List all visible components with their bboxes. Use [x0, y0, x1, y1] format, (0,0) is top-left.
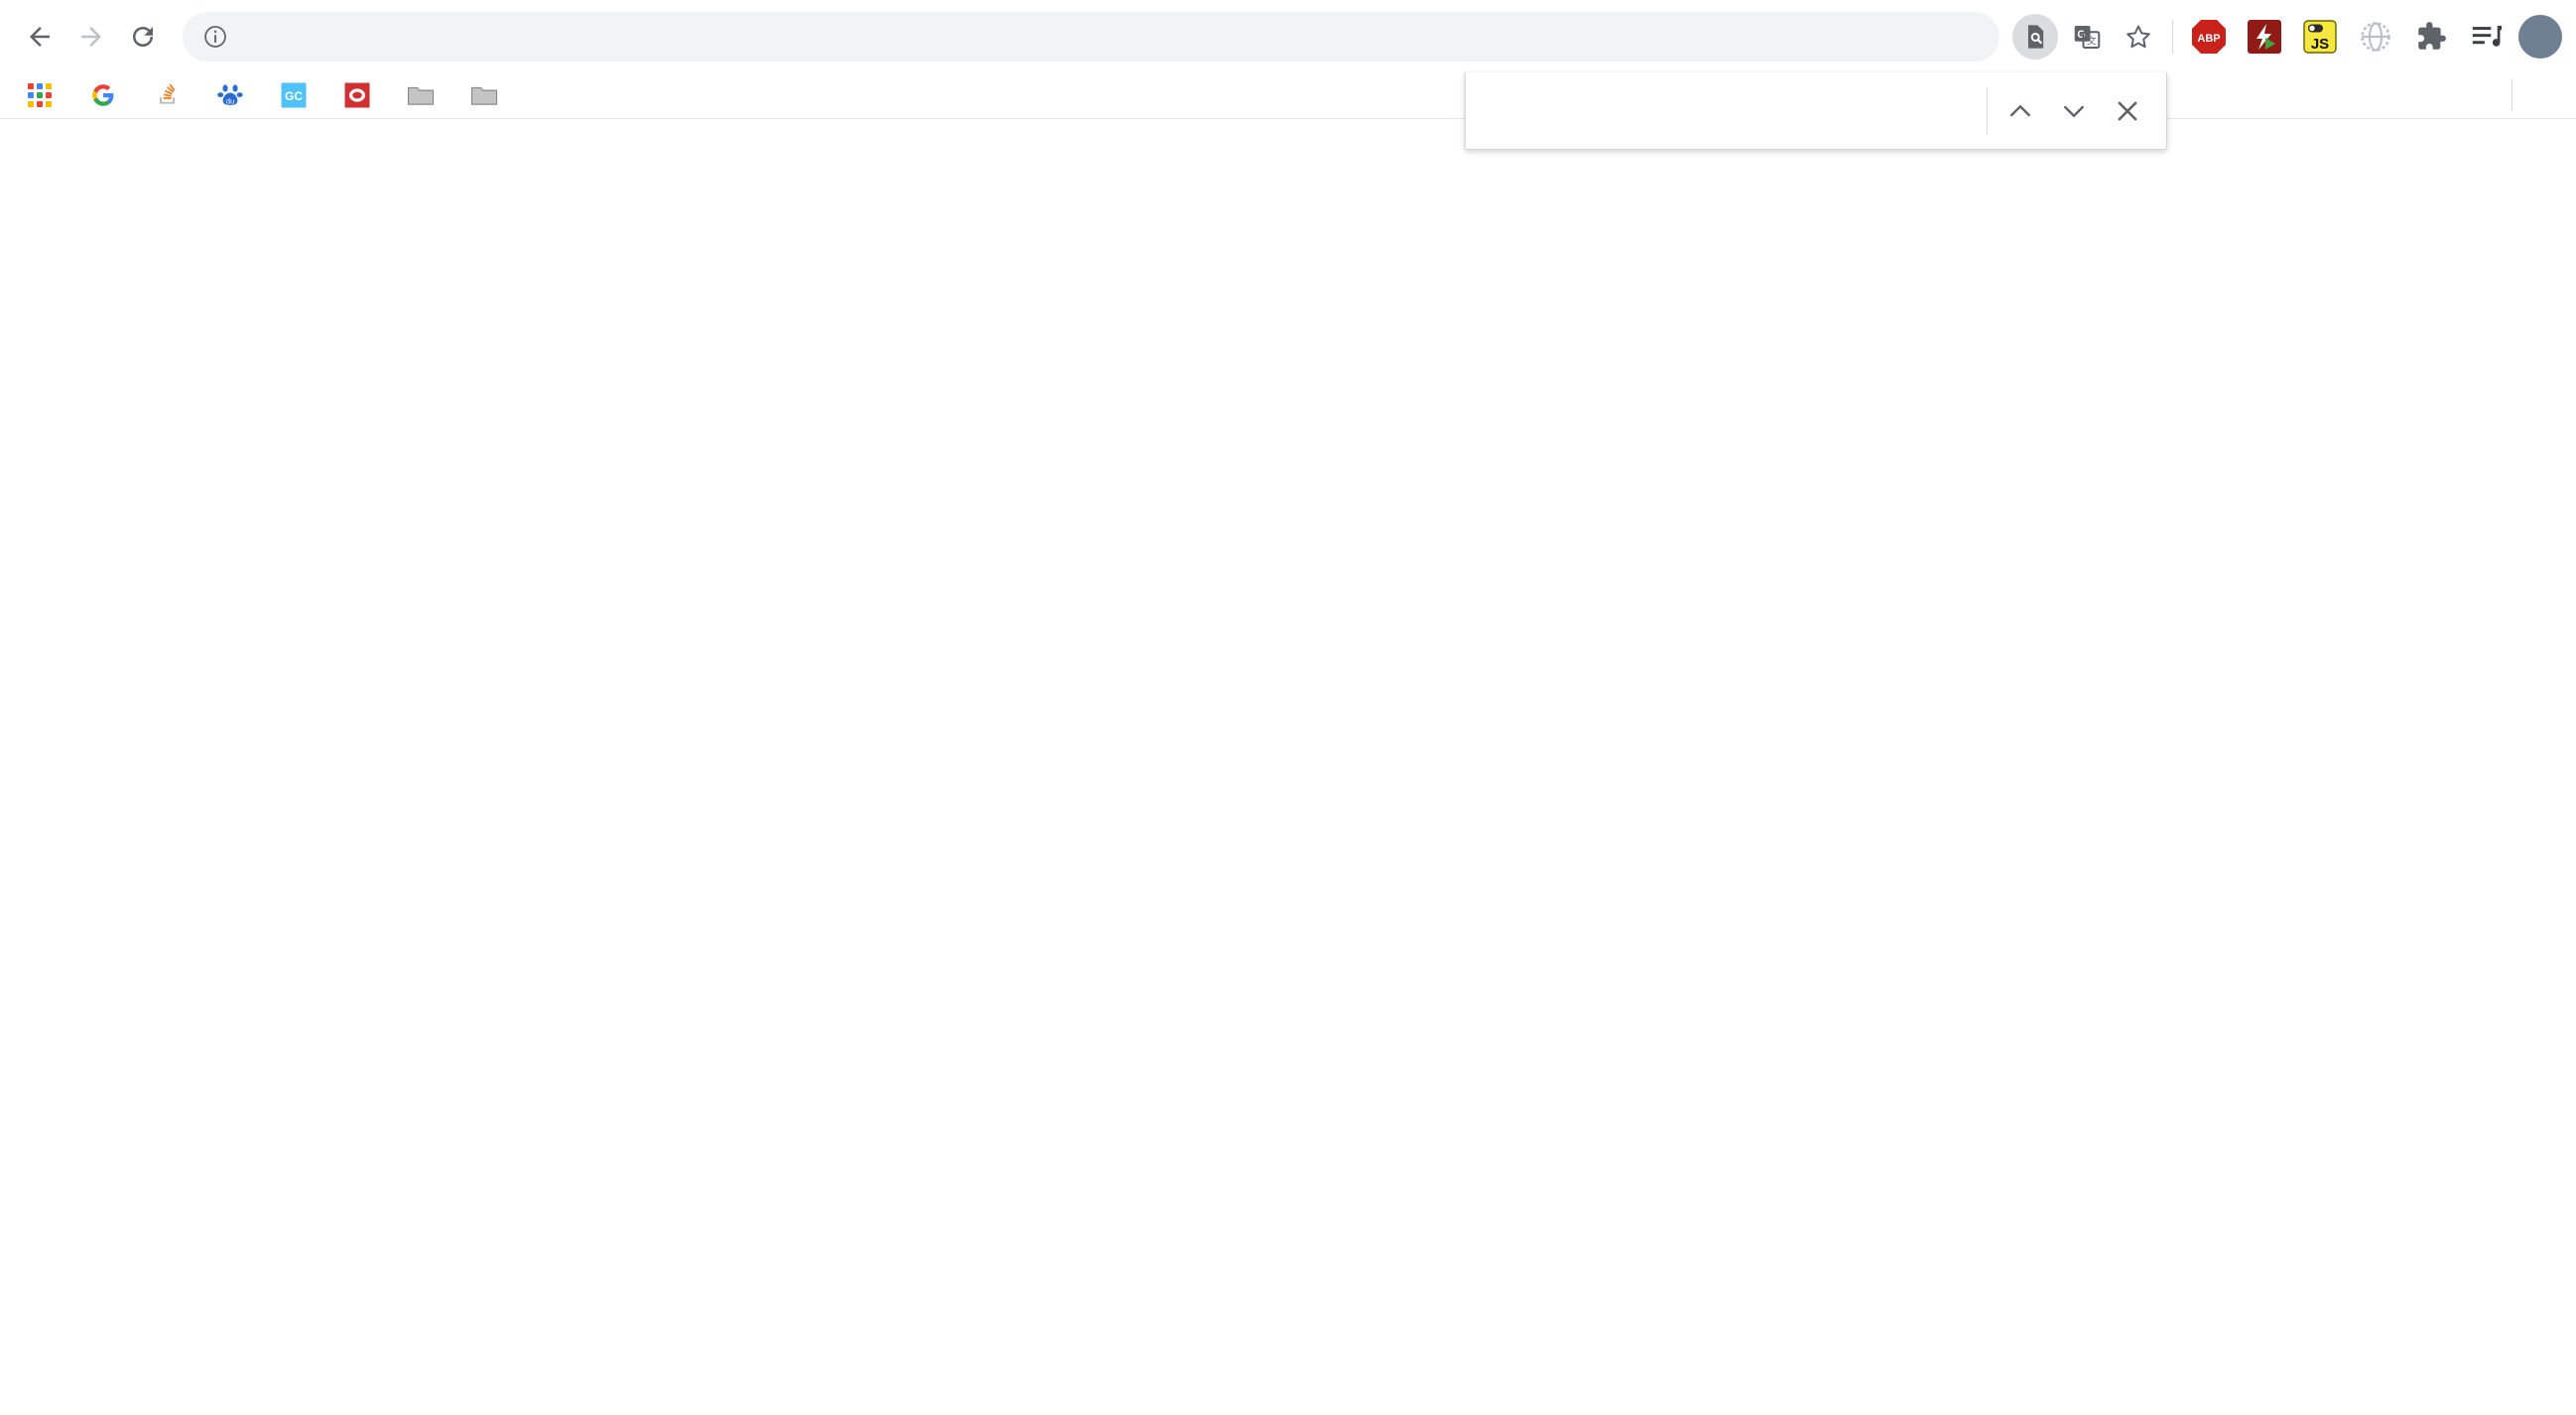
find-close-button[interactable]	[2101, 84, 2154, 138]
apps-grid-icon	[26, 81, 54, 109]
folder-icon	[407, 81, 435, 109]
svg-text:GC: GC	[285, 89, 303, 103]
svg-text:ABP: ABP	[2197, 33, 2220, 45]
translate-button[interactable]: G 文	[2064, 14, 2110, 60]
folder-icon	[470, 81, 498, 109]
bookmark-shopping-folder[interactable]	[397, 76, 454, 114]
baidu-paw-icon: du	[216, 81, 244, 109]
bookmark-stack-overflow[interactable]	[143, 76, 200, 114]
bookmarks-bar: du GC	[0, 72, 2576, 119]
back-button[interactable]	[14, 11, 65, 63]
find-input[interactable]	[1491, 95, 1951, 126]
reader-mode-button[interactable]	[2012, 13, 2058, 60]
flash-player-icon[interactable]	[2243, 15, 2286, 59]
chevron-down-icon	[2064, 105, 2084, 117]
svg-text:du: du	[226, 96, 234, 105]
globe-proxy-icon[interactable]	[2354, 15, 2397, 59]
bookmark-video-music-folder[interactable]	[460, 76, 518, 114]
reload-icon	[133, 26, 153, 47]
bookmark-star-button[interactable]	[2116, 14, 2161, 60]
oreilly-icon	[343, 81, 371, 109]
svg-text:JS: JS	[2311, 36, 2329, 53]
find-next-button[interactable]	[2047, 84, 2101, 138]
find-in-page-bar	[1465, 72, 2167, 150]
find-previous-button[interactable]	[1994, 84, 2047, 138]
forward-button[interactable]	[65, 11, 117, 63]
browser-toolbar: G 文 ABP JS	[0, 0, 2576, 72]
svg-text:文: 文	[2087, 35, 2097, 47]
bookmark-oreilly-chapter[interactable]	[333, 76, 391, 114]
reader-mode-icon	[2028, 24, 2044, 49]
playlist-music-icon[interactable]	[2465, 15, 2509, 59]
bookmark-baidu[interactable]: du	[206, 76, 264, 114]
close-x-icon	[2118, 101, 2137, 120]
stack-overflow-icon	[153, 81, 181, 109]
star-icon	[2126, 25, 2150, 48]
google-g-icon	[89, 81, 117, 109]
profile-avatar[interactable]	[2518, 14, 2562, 59]
bookmark-google[interactable]	[79, 76, 137, 114]
extensions-puzzle-icon[interactable]	[2409, 15, 2453, 59]
adblock-plus-icon[interactable]: ABP	[2187, 15, 2231, 59]
translate-icon: G 文	[2074, 25, 2101, 49]
back-arrow-icon	[30, 26, 50, 47]
log-viewer	[0, 119, 2576, 1415]
chevron-up-icon	[2010, 104, 2030, 116]
bookmark-apps[interactable]	[16, 76, 73, 114]
bookmark-universal-jvm-gc[interactable]: GC	[270, 76, 327, 114]
toolbar-divider	[2172, 19, 2173, 54]
browser-chrome: G 文 ABP JS du GC	[0, 0, 2576, 119]
gc-icon: GC	[280, 81, 308, 109]
forward-arrow-icon	[81, 26, 101, 47]
reload-button[interactable]	[117, 11, 169, 63]
site-info-icon[interactable]	[200, 22, 230, 52]
address-bar[interactable]	[183, 11, 1999, 62]
find-divider	[1987, 86, 1988, 135]
javascript-toggle-icon[interactable]: JS	[2298, 15, 2342, 59]
